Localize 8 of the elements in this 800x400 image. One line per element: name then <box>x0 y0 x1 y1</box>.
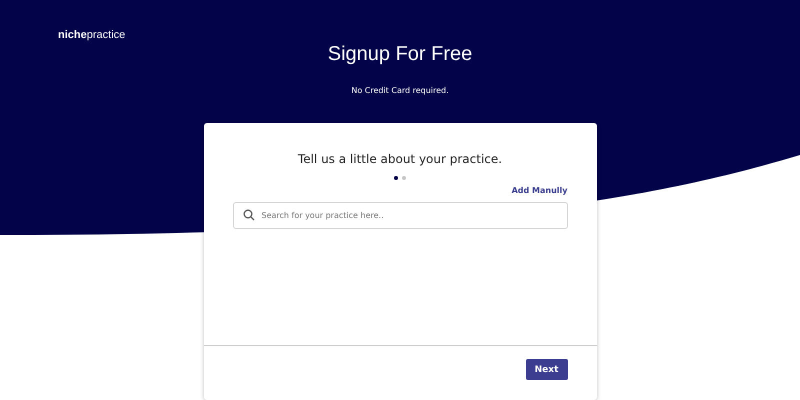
search-field[interactable]: Search for your practice here.. <box>232 202 568 229</box>
search-icon <box>242 209 254 221</box>
subtitle: No Credit Card required. <box>351 86 449 95</box>
add-manually-link[interactable]: Add Manully <box>512 186 568 195</box>
next-button[interactable]: Next <box>526 359 568 380</box>
logo: nichepractice <box>58 29 126 41</box>
card-heading: Tell us a little about your practice. <box>296 152 504 166</box>
page-title: Signup For Free <box>328 43 472 66</box>
